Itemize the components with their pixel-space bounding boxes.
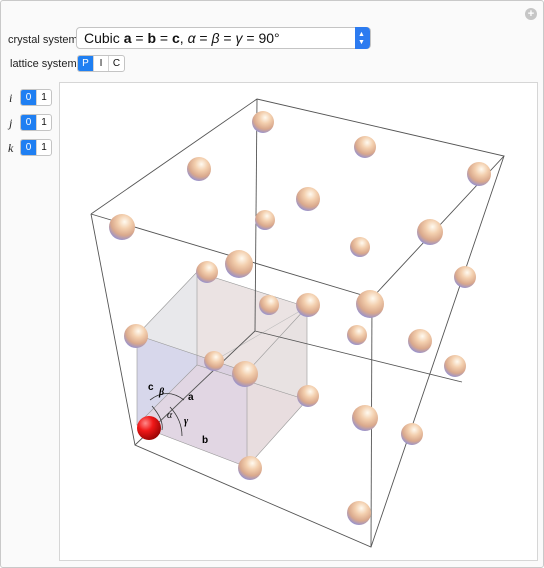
j-label: j [9,116,13,130]
lattice-system-setter: P I C [77,55,125,72]
lattice-3d-graphic[interactable]: c β a α γ b [59,82,538,561]
lattice-svg[interactable]: c β a α γ b [60,83,539,562]
atom [444,355,466,377]
angle-label-beta: β [158,387,165,398]
atom [124,324,148,348]
atom [225,250,253,278]
atom [204,351,224,371]
k-option-1[interactable]: 1 [35,140,51,155]
j-option-0[interactable]: 0 [21,115,36,130]
edge-label-b: b [202,435,208,446]
i-option-0[interactable]: 0 [21,90,36,105]
edge-label-a: a [188,392,194,403]
origin-atom [137,416,161,440]
lattice-option-p[interactable]: P [78,56,93,71]
angle-label-alpha: α [167,410,173,421]
atom [296,293,320,317]
j-option-1[interactable]: 1 [35,115,51,130]
i-setter: 0 1 [20,89,52,106]
k-setter: 0 1 [20,139,52,156]
atom [347,325,367,345]
atom [297,385,319,407]
atom [232,361,258,387]
i-label: i [9,91,13,105]
crystal-system-dropdown[interactable]: Cubic a = b = c, α = β = γ = 90° ▲ ▼ [76,27,371,49]
j-setter: 0 1 [20,114,52,131]
crystal-system-value: Cubic a = b = c, α = β = γ = 90° [84,30,280,46]
atom [408,329,432,353]
k-option-0[interactable]: 0 [21,140,36,155]
atom [354,136,376,158]
atom [296,187,320,211]
edge-label-c: c [148,382,154,393]
atom [259,295,279,315]
lattice-system-label: lattice system [10,58,77,70]
atom [187,157,211,181]
manipulate-panel: + crystal system Cubic a = b = c, α = β … [0,0,544,568]
k-label: k [8,141,14,155]
i-option-1[interactable]: 1 [35,90,51,105]
atom [454,266,476,288]
atom [238,456,262,480]
atom [356,290,384,318]
dropdown-arrows-icon[interactable]: ▲ ▼ [355,27,370,49]
plus-icon[interactable]: + [525,8,537,20]
lattice-option-i[interactable]: I [92,56,108,71]
atom [255,210,275,230]
atom [467,162,491,186]
atom [352,405,378,431]
atom [347,501,371,525]
crystal-system-label: crystal system [8,34,78,46]
unit-cell [136,271,308,468]
atom [196,261,218,283]
atom [417,219,443,245]
atom [109,214,135,240]
atom [350,237,370,257]
lattice-option-c[interactable]: C [108,56,124,71]
atom [401,423,423,445]
atom [252,111,274,133]
